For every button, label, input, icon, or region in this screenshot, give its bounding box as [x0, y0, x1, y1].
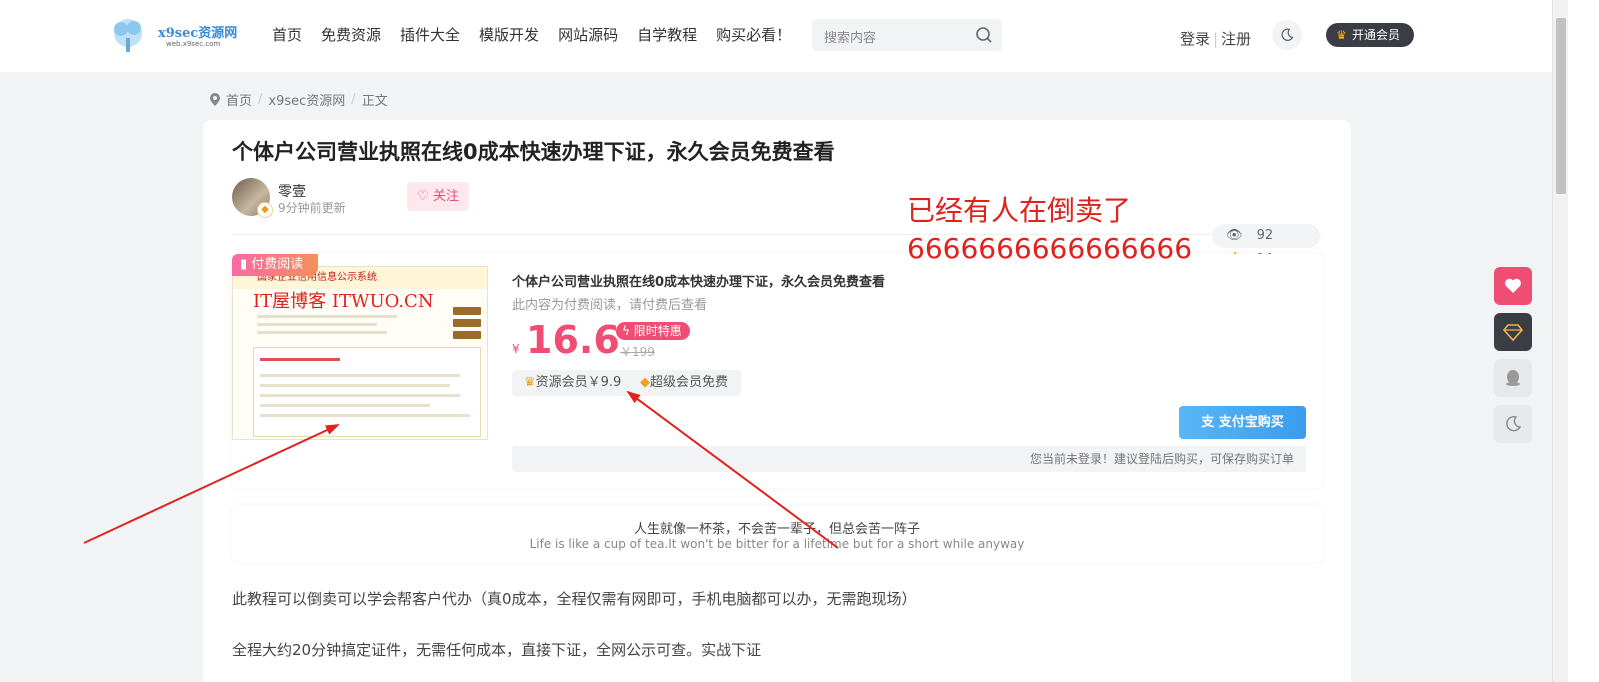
thumbnail-detail-box — [253, 347, 481, 437]
thumbnail-line — [257, 315, 397, 318]
article-title: 个体户公司营业执照在线0成本快速办理下证，永久会员免费查看 — [232, 140, 835, 164]
main-nav: 首页 免费资源 插件大全 模版开发 网站源码 自学教程 购买必看！ — [272, 24, 791, 45]
diamond-icon: ◆ — [640, 375, 650, 390]
nav-item-home[interactable]: 首页 — [272, 24, 302, 45]
nav-item-tutorials[interactable]: 自学教程 — [637, 24, 697, 45]
alipay-icon: 支 — [1201, 415, 1215, 430]
login-tip: 您当前未登录！建议登陆后购买，可保存购买订单 — [512, 446, 1306, 472]
auth-separator: | — [1213, 30, 1219, 48]
alipay-buy-label: 支付宝购买 — [1218, 415, 1284, 430]
paid-content-title: 个体户公司营业执照在线0成本快速办理下证，永久会员免费查看 — [512, 275, 886, 290]
location-pin-icon — [210, 93, 220, 106]
quote-english: Life is like a cup of tea.It won't be bi… — [529, 537, 1025, 551]
resource-vip-price: ♛资源会员￥9.9 — [524, 370, 621, 396]
open-vip-label: 开通会员 — [1352, 28, 1401, 42]
alipay-buy-button[interactable]: 支 支付宝购买 — [1179, 406, 1306, 439]
window-edge — [1568, 0, 1599, 682]
vertical-scrollbar[interactable] — [1552, 0, 1568, 682]
thumbnail-button — [453, 319, 481, 327]
resource-vip-label: 资源会员￥9.9 — [535, 375, 622, 390]
paid-reading-label: 付费阅读 — [251, 257, 304, 272]
crown-icon: ♛ — [524, 375, 536, 390]
eye-icon: 👁 — [1226, 228, 1243, 243]
breadcrumb-separator: / — [351, 92, 356, 107]
favorite-button[interactable] — [1494, 267, 1532, 305]
views-stat: 👁 92 — [1226, 228, 1283, 243]
annotation-line: 已经有人在倒卖了 — [907, 194, 1132, 227]
thumbnail-line — [260, 384, 450, 387]
breadcrumb-site[interactable]: x9sec资源网 — [268, 90, 345, 109]
register-link[interactable]: 注册 — [1221, 30, 1251, 48]
price: 16.6 — [526, 318, 620, 362]
nav-item-purchase-notice[interactable]: 购买必看！ — [716, 24, 791, 45]
thumbnail-watermark: IT屋博客 ITWUO.CN — [253, 291, 434, 312]
open-vip-button[interactable]: ♛ 开通会员 — [1326, 23, 1414, 47]
nav-item-templates[interactable]: 模版开发 — [479, 24, 539, 45]
article-stats: 👁 92 👍 14 — [1212, 224, 1320, 267]
side-dark-mode-button[interactable] — [1494, 405, 1532, 443]
qq-contact-button[interactable] — [1494, 359, 1532, 397]
tree-logo-icon — [114, 19, 142, 52]
super-vip-price: ◆超级会员免费 — [640, 370, 728, 396]
breadcrumb-current: 正文 — [361, 94, 388, 109]
thumbnail-button — [453, 307, 481, 315]
article-paragraph: 全程大约20分钟搞定证件，无需任何成本，直接下证，全网公示可查。实战下证 — [232, 641, 762, 659]
breadcrumb-separator: / — [258, 92, 263, 107]
views-count: 92 — [1256, 228, 1274, 243]
lightning-icon: ϟ — [622, 324, 630, 338]
vip-side-button[interactable] — [1494, 313, 1532, 351]
book-icon: ▮ — [240, 257, 248, 272]
scrollbar-thumb[interactable] — [1556, 18, 1566, 194]
thumbnail-line — [260, 358, 340, 361]
article-paragraph: 此教程可以倒卖可以学会帮客户代办（真0成本，全程仅需有网即可，手机电脑都可以办，… — [232, 590, 917, 608]
super-vip-label: 超级会员免费 — [650, 375, 729, 390]
original-price: ￥199 — [620, 345, 655, 359]
dark-mode-toggle[interactable] — [1272, 20, 1302, 50]
follow-button[interactable]: ♡ 关注 — [407, 182, 469, 211]
thumbnail-line — [257, 323, 377, 326]
diamond-icon — [1503, 324, 1523, 342]
moon-icon — [1281, 28, 1294, 41]
paid-content-desc: 此内容为付费阅读，请付费后查看 — [512, 298, 708, 313]
vip-badge-icon: ◆ — [257, 202, 273, 218]
logo-subtext: web.x9sec.com — [166, 40, 221, 48]
promo-label: 限时特惠 — [633, 324, 682, 338]
auth-links: 登录 | 注册 — [1180, 28, 1251, 49]
paid-reading-tag: ▮ 付费阅读 — [232, 254, 318, 276]
quote-chinese: 人生就像一杯茶，不会苦一辈子，但总会苦一阵子 — [633, 522, 920, 537]
update-time: 9分钟前更新 — [278, 201, 346, 215]
login-link[interactable]: 登录 — [1180, 30, 1210, 48]
thumbnail-line — [260, 374, 460, 377]
nav-item-free-resources[interactable]: 免费资源 — [321, 24, 381, 45]
search-icon[interactable] — [974, 25, 994, 45]
quote-box: 人生就像一杯茶，不会苦一辈子，但总会苦一阵子 Life is like a cu… — [232, 506, 1322, 562]
crown-icon: ♛ — [1336, 28, 1347, 42]
thumbnail-line — [257, 331, 387, 334]
annotation-line: 6666666666666666 — [907, 232, 1193, 265]
promo-badge: ϟ 限时特惠 — [616, 322, 690, 340]
author-name[interactable]: 零壹 — [278, 181, 306, 201]
heart-outline-icon: ♡ — [417, 189, 429, 204]
paid-content-thumbnail: 国家企业信用信息公示系统 IT屋博客 ITWUO.CN — [232, 266, 488, 440]
breadcrumb-home[interactable]: 首页 — [226, 90, 252, 109]
nav-item-source-code[interactable]: 网站源码 — [558, 24, 618, 45]
heart-icon — [1505, 278, 1521, 293]
thumbnail-line — [260, 404, 430, 407]
vip-price-list: ♛资源会员￥9.9 ◆超级会员免费 — [512, 370, 741, 396]
breadcrumb: 首页 / x9sec资源网 / 正文 — [210, 90, 388, 109]
moon-icon — [1506, 415, 1522, 432]
follow-label: 关注 — [432, 189, 459, 204]
annotation-text: 已经有人在倒卖了 6666666666666666 — [907, 192, 1192, 268]
search-box[interactable]: 搜索内容 — [812, 19, 1002, 51]
search-input[interactable]: 搜索内容 — [824, 27, 876, 46]
thumbnail-line — [260, 414, 470, 417]
qq-icon — [1506, 370, 1520, 386]
thumbnail-line — [260, 394, 460, 397]
site-header: x9sec资源网 web.x9sec.com 首页 免费资源 插件大全 模版开发… — [0, 0, 1552, 72]
currency-symbol: ¥ — [512, 342, 520, 356]
thumbnail-button — [453, 331, 481, 339]
nav-item-plugins[interactable]: 插件大全 — [400, 24, 460, 45]
site-logo[interactable]: x9sec资源网 web.x9sec.com — [108, 16, 238, 56]
logo-text: x9sec资源网 — [158, 26, 238, 41]
